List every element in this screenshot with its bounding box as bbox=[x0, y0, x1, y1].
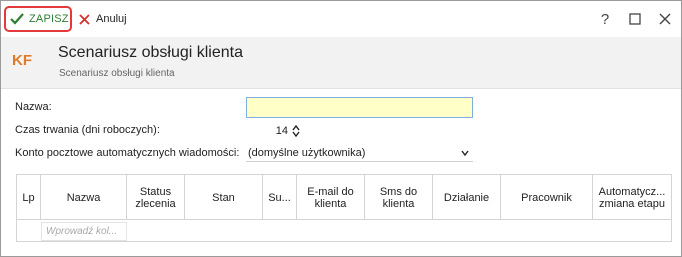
maximize-button[interactable] bbox=[625, 9, 645, 29]
close-icon bbox=[659, 13, 671, 25]
page-title: Scenariusz obsługi klienta bbox=[58, 44, 243, 61]
column-header-state[interactable]: Stan bbox=[185, 175, 263, 220]
column-header-auto-stage[interactable]: Automatycz... zmiana etapu bbox=[593, 175, 671, 220]
toolbar: ZAPISZ Anuluj ? bbox=[1, 1, 681, 37]
close-button[interactable] bbox=[655, 9, 675, 29]
column-header-action[interactable]: Działanie bbox=[433, 175, 501, 220]
help-icon: ? bbox=[600, 10, 610, 28]
name-label: Nazwa: bbox=[15, 101, 52, 113]
mailbox-value: (domyślne użytkownika) bbox=[248, 146, 366, 159]
name-field[interactable] bbox=[246, 97, 473, 118]
mailbox-label: Konto pocztowe automatycznych wiadomości… bbox=[15, 147, 240, 159]
page-subtitle: Scenariusz obsługi klienta bbox=[59, 68, 175, 79]
module-initials: KF bbox=[12, 52, 32, 69]
save-button[interactable]: ZAPISZ bbox=[4, 6, 72, 32]
stages-grid: Lp Nazwa Status zlecenia Stan Su... E-ma… bbox=[16, 174, 672, 242]
maximize-icon bbox=[629, 13, 641, 25]
name-filter-input[interactable]: Wprowadź kol... bbox=[41, 222, 127, 241]
x-icon bbox=[79, 13, 90, 25]
column-header-email[interactable]: E-mail do klienta bbox=[297, 175, 365, 220]
chevron-down-icon[interactable] bbox=[292, 131, 300, 137]
duration-label: Czas trwania (dni roboczych): bbox=[15, 124, 160, 136]
grid-header: Lp Nazwa Status zlecenia Stan Su... E-ma… bbox=[17, 175, 671, 220]
duration-stepper[interactable]: 14 bbox=[246, 122, 300, 139]
column-header-lp[interactable]: Lp bbox=[17, 175, 41, 220]
column-header-employee[interactable]: Pracownik bbox=[501, 175, 593, 220]
column-header-sms[interactable]: Sms do klienta bbox=[365, 175, 433, 220]
dialog-window: ZAPISZ Anuluj ? KF Scenariusz obsługi kl… bbox=[0, 0, 682, 257]
check-icon bbox=[10, 13, 24, 25]
chevron-down-icon bbox=[461, 150, 469, 156]
page-header: KF Scenariusz obsługi klienta Scenariusz… bbox=[1, 37, 681, 89]
cancel-button-label: Anuluj bbox=[96, 13, 127, 25]
stepper-arrows[interactable] bbox=[292, 124, 300, 137]
cancel-button[interactable]: Anuluj bbox=[79, 9, 127, 29]
column-header-order-status[interactable]: Status zlecenia bbox=[127, 175, 185, 220]
save-button-label: ZAPISZ bbox=[29, 13, 69, 25]
column-header-su[interactable]: Su... bbox=[263, 175, 297, 220]
help-button[interactable]: ? bbox=[595, 9, 615, 29]
column-header-name[interactable]: Nazwa bbox=[41, 175, 127, 220]
duration-value: 14 bbox=[275, 124, 288, 137]
mailbox-select[interactable]: (domyślne użytkownika) bbox=[246, 144, 473, 162]
